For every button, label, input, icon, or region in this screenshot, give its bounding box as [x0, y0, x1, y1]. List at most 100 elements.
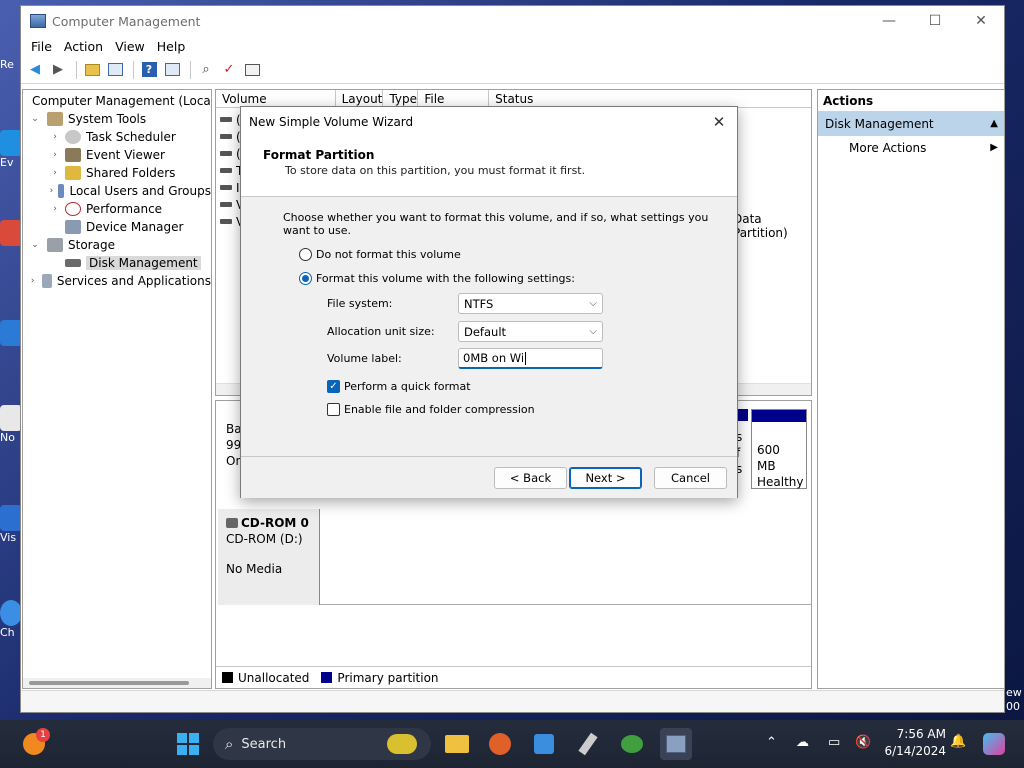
- forward-arrow-icon[interactable]: ▶: [48, 61, 68, 79]
- desktop-icon-app2[interactable]: [0, 320, 22, 346]
- tree-item-device-manager[interactable]: Device Manager: [23, 218, 211, 236]
- menu-file[interactable]: File: [25, 39, 58, 54]
- tree-item-task-scheduler[interactable]: › Task Scheduler: [23, 128, 211, 146]
- tree-item-shared-folders[interactable]: › Shared Folders: [23, 164, 211, 182]
- store-button[interactable]: [528, 728, 560, 760]
- cancel-button[interactable]: Cancel: [654, 467, 727, 489]
- volume-label-label: Volume label:: [327, 352, 402, 365]
- chevron-right-icon[interactable]: ›: [49, 150, 61, 160]
- edge-icon: [0, 130, 22, 156]
- desktop-icon-notepad[interactable]: No: [0, 405, 22, 444]
- notifications-bell-icon[interactable]: 🔔: [950, 734, 966, 749]
- help-icon[interactable]: ?: [139, 61, 159, 79]
- menu-action[interactable]: Action: [58, 39, 109, 54]
- column-layout[interactable]: Layout: [336, 90, 384, 107]
- partition-recovery[interactable]: 600 MB Healthy: [751, 409, 807, 489]
- menu-help[interactable]: Help: [151, 39, 192, 54]
- column-file-system[interactable]: File System: [418, 90, 490, 124]
- next-button[interactable]: Next >: [569, 467, 642, 489]
- tree-horizontal-scrollbar[interactable]: [23, 678, 211, 688]
- minimize-button[interactable]: —: [866, 6, 912, 36]
- back-button[interactable]: < Back: [494, 467, 567, 489]
- quick-format-checkbox[interactable]: ✓ Perform a quick format: [327, 380, 471, 393]
- up-folder-icon[interactable]: [82, 61, 102, 79]
- tree-item-services[interactable]: › Services and Applications: [23, 272, 211, 290]
- scrollbar-thumb[interactable]: [29, 681, 189, 685]
- tree-item-event-viewer[interactable]: › Event Viewer: [23, 146, 211, 164]
- actions-section-disk-management[interactable]: Disk Management ▲: [818, 112, 1004, 136]
- tree-item-performance[interactable]: › Performance: [23, 200, 211, 218]
- tree-item-local-users[interactable]: › Local Users and Groups: [23, 182, 211, 200]
- checklist-icon[interactable]: ✓: [219, 61, 239, 79]
- taskbar-clock[interactable]: 7:56 AM 6/14/2024: [880, 726, 946, 760]
- chevron-right-icon: ▶: [990, 142, 998, 153]
- tree-label: System Tools: [68, 112, 147, 126]
- volume-muted-icon[interactable]: 🔇: [855, 735, 871, 750]
- chevron-right-icon[interactable]: ›: [49, 204, 61, 214]
- title-bar[interactable]: Computer Management — ☐ ✕: [21, 6, 1004, 36]
- radio-format-volume[interactable]: Format this volume with the following se…: [299, 272, 575, 285]
- desktop-icon-recycle[interactable]: Re: [0, 58, 22, 71]
- chevron-down-icon[interactable]: ⌄: [29, 114, 41, 124]
- globe-icon: [621, 735, 643, 753]
- tree-item-system-tools[interactable]: ⌄ System Tools: [23, 110, 211, 128]
- back-arrow-icon[interactable]: ◀: [25, 61, 45, 79]
- desktop-icon-vs[interactable]: Vis: [0, 505, 22, 544]
- desktop-icon-app[interactable]: [0, 220, 22, 246]
- tree-item-root[interactable]: Computer Management (Local: [23, 92, 211, 110]
- widgets-button[interactable]: 1: [18, 728, 50, 760]
- desktop-icon-chrome[interactable]: Ch: [0, 600, 22, 639]
- column-volume[interactable]: Volume: [216, 90, 336, 107]
- more-actions-item[interactable]: More Actions ▶: [818, 136, 1004, 160]
- cdrom-0-info[interactable]: CD-ROM 0 CD-ROM (D:) No Media: [218, 509, 320, 605]
- network-icon[interactable]: ☁: [796, 735, 809, 750]
- chevron-right-icon[interactable]: ›: [49, 186, 54, 196]
- maximize-button[interactable]: ☐: [912, 6, 958, 36]
- network-tool-button[interactable]: [616, 728, 648, 760]
- radio-button[interactable]: [299, 272, 312, 285]
- tree-item-disk-management[interactable]: Disk Management: [23, 254, 211, 272]
- collapse-arrow-icon[interactable]: ▲: [990, 112, 998, 136]
- taskbar-search[interactable]: ⌕ Search: [213, 728, 431, 760]
- cdrom-media-area[interactable]: [320, 509, 811, 605]
- connect-icon[interactable]: ⌕: [196, 61, 216, 79]
- chrome-icon: [0, 600, 22, 626]
- show-hidden-icons-chevron-icon[interactable]: ⌃: [766, 735, 777, 750]
- chevron-right-icon[interactable]: ›: [49, 168, 61, 178]
- checkbox[interactable]: ✓: [327, 380, 340, 393]
- radio-do-not-format[interactable]: Do not format this volume: [299, 248, 461, 261]
- disk-icon: [65, 259, 81, 267]
- dialog-close-button[interactable]: ✕: [701, 113, 737, 131]
- display-icon[interactable]: ▭: [828, 735, 840, 750]
- chevron-down-icon: ⌵: [589, 298, 597, 309]
- show-hide-tree-icon[interactable]: [105, 61, 125, 79]
- copilot-button[interactable]: [978, 728, 1010, 760]
- chevron-right-icon[interactable]: ›: [29, 276, 36, 286]
- compression-checkbox[interactable]: Enable file and folder compression: [327, 403, 535, 416]
- column-status[interactable]: Status: [489, 90, 811, 107]
- file-explorer-button[interactable]: [441, 728, 473, 760]
- console-icon[interactable]: [242, 61, 262, 79]
- desktop-icon-edge[interactable]: Ev: [0, 130, 22, 169]
- dialog-title-bar[interactable]: New Simple Volume Wizard ✕: [241, 107, 737, 137]
- tree-label: Computer Management (Local: [32, 94, 212, 108]
- column-type[interactable]: Type: [383, 90, 419, 107]
- chevron-down-icon[interactable]: ⌄: [29, 240, 41, 250]
- properties-icon[interactable]: [162, 61, 182, 79]
- firefox-button[interactable]: [484, 728, 516, 760]
- radio-button[interactable]: [299, 248, 312, 261]
- menu-view[interactable]: View: [109, 39, 151, 54]
- actions-header: Actions: [818, 90, 1004, 112]
- allocation-unit-dropdown[interactable]: Default ⌵: [458, 321, 603, 342]
- volume-label-input[interactable]: 0MB on Wi: [458, 348, 603, 369]
- app-icon: [0, 220, 22, 246]
- file-system-dropdown[interactable]: NTFS ⌵: [458, 293, 603, 314]
- computer-management-taskbar-button[interactable]: [660, 728, 692, 760]
- page-subheading: To store data on this partition, you mus…: [285, 164, 586, 177]
- close-button[interactable]: ✕: [958, 6, 1004, 36]
- start-button[interactable]: [172, 728, 204, 760]
- chevron-right-icon[interactable]: ›: [49, 132, 61, 142]
- usb-tool-button[interactable]: [572, 728, 604, 760]
- tree-item-storage[interactable]: ⌄ Storage: [23, 236, 211, 254]
- checkbox[interactable]: [327, 403, 340, 416]
